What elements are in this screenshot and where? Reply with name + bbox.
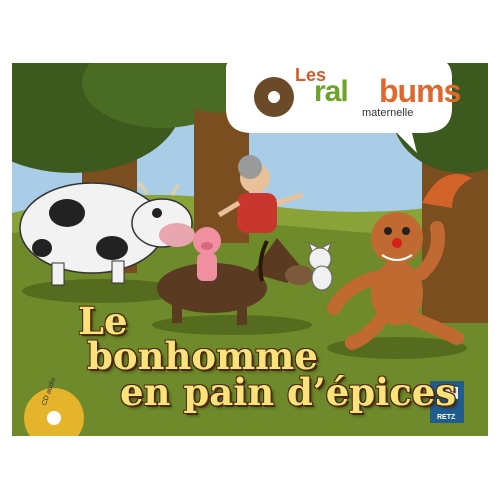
logo-bums: bums (379, 73, 461, 109)
book-title-line-3: en pain d’épices (120, 370, 457, 414)
cat (308, 241, 333, 291)
publisher-name: RETZ (437, 414, 456, 421)
logo-ral: ral (314, 75, 349, 108)
logo-maternelle: maternelle (362, 107, 414, 119)
book-cover: Les ral bums maternelle Le bonhomme en p… (12, 63, 488, 436)
